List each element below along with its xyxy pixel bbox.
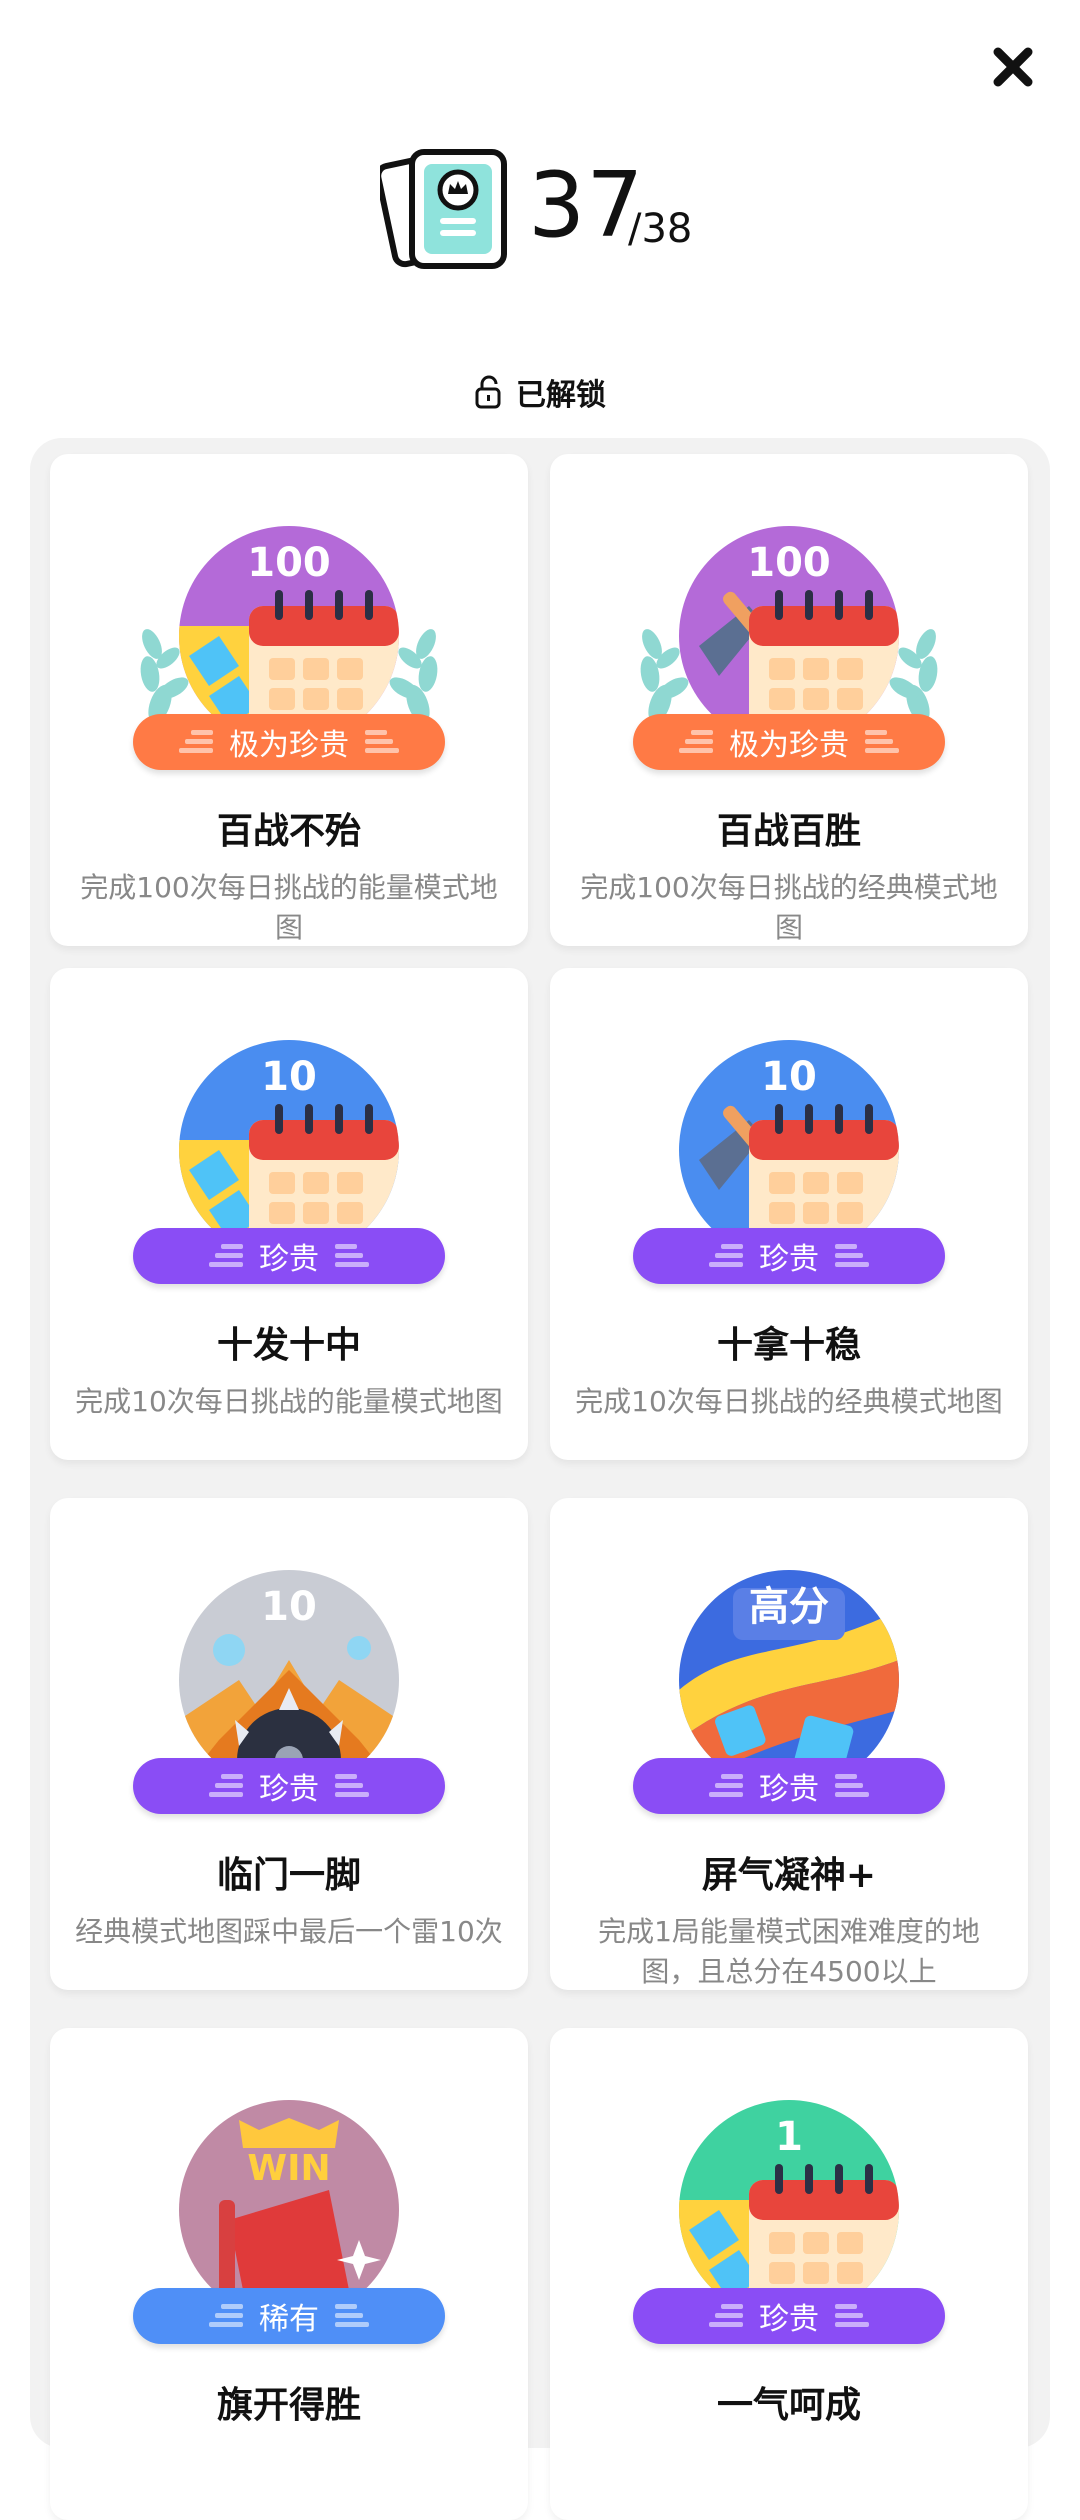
energy-calendar-badge-icon: 10 [179,1040,399,1260]
total-count: /38 [628,206,693,252]
rarity-badge: 稀有 [133,2288,445,2344]
achievement-title: 百战百胜 [716,811,861,852]
rarity-label: 珍贵 [759,2302,819,2337]
achievement-description: 完成100次每日挑战的经典模式地图 [580,871,998,944]
badge-number: 10 [261,1054,317,1100]
rarity-lines-left-icon [207,1242,243,1270]
rarity-lines-right-icon [335,1242,371,1270]
rarity-lines-left-icon [707,2302,743,2330]
achievement-card[interactable]: WIN 稀有 旗开得胜 [50,2028,528,2520]
rarity-label: 极为珍贵 [729,728,849,763]
achievement-title: 屏气凝神+ [701,1855,877,1896]
shovel-calendar-badge-icon: 10 [679,1040,899,1260]
rarity-lines-left-icon [207,1772,243,1800]
shovel-calendar-badge-icon: 100 [679,526,899,746]
achievement-card[interactable]: 高分 珍贵 屏气凝神+ 完成1局能量模式困难难度的地图，且总分在4500以上 [550,1498,1028,1990]
energy-calendar-badge-icon: 100 [179,526,399,746]
achievement-list: 100 极为珍贵 百战不殆 完成100次每日挑战的能量模式地图 100 极为珍贵… [30,438,1050,2520]
badge-number: 1 [775,2114,803,2160]
achievement-card[interactable]: 10 珍贵 十拿十稳 完成10次每日挑战的经典模式地图 [550,968,1028,1460]
achievement-title: 十发十中 [216,1325,361,1366]
rarity-lines-right-icon [835,1242,871,1270]
rarity-label: 珍贵 [759,1242,819,1277]
achievement-title: 百战不殆 [216,811,361,852]
rarity-label: 珍贵 [259,1772,319,1807]
achievement-card[interactable]: 10 珍贵 十发十中 完成10次每日挑战的能量模式地图 [50,968,528,1460]
rarity-lines-right-icon [335,1772,371,1800]
badge-number: 高分 [749,1584,829,1630]
achievement-description: 经典模式地图踩中最后一个雷10次 [75,1915,503,1948]
rarity-lines-right-icon [835,2302,871,2330]
achievement-card[interactable]: 100 极为珍贵 百战不殆 完成100次每日挑战的能量模式地图 [50,454,528,946]
rarity-label: 珍贵 [759,1772,819,1807]
unlocked-label: 已解锁 [516,378,606,413]
rarity-lines-left-icon [707,1242,743,1270]
unlocked-section-label: 已解锁 [474,370,606,414]
badge-number: 10 [261,1584,317,1630]
rarity-lines-left-icon [207,2302,243,2330]
achievement-title: 旗开得胜 [216,2385,361,2426]
achievement-card[interactable]: 10 珍贵 临门一脚 经典模式地图踩中最后一个雷10次 [50,1498,528,1990]
rarity-label: 珍贵 [259,1242,319,1277]
badge-number: 100 [247,540,331,586]
badge-number: 10 [761,1054,817,1100]
rarity-label: 稀有 [259,2302,319,2337]
badge-number: 100 [747,540,831,586]
achievement-title: 十拿十稳 [716,1325,861,1366]
rarity-lines-right-icon [365,728,401,756]
mine-explosion-badge-icon: 10 [179,1570,399,1790]
high-score-badge-icon: 高分 [679,1570,899,1790]
rarity-badge: 珍贵 [633,1758,945,1814]
rarity-lines-left-icon [177,728,213,756]
rarity-badge: 珍贵 [133,1758,445,1814]
rarity-badge: 珍贵 [633,1228,945,1284]
rarity-badge: 珍贵 [133,1228,445,1284]
achievement-card[interactable]: 100 极为珍贵 百战百胜 完成100次每日挑战的经典模式地图 [550,454,1028,946]
rarity-lines-left-icon [677,728,713,756]
achievement-title: 临门一脚 [216,1855,361,1896]
flag-win-badge-icon: WIN [179,2100,399,2320]
achievement-description: 完成100次每日挑战的能量模式地图 [80,871,498,944]
close-button[interactable] [988,42,1038,92]
achievement-cards-icon [380,149,507,269]
rarity-label: 极为珍贵 [229,728,349,763]
close-icon [993,47,1033,87]
rarity-lines-right-icon [865,728,901,756]
rarity-badge: 极为珍贵 [633,714,945,770]
achievement-description: 完成10次每日挑战的能量模式地图 [75,1385,503,1418]
rarity-lines-right-icon [835,1772,871,1800]
rarity-lines-right-icon [335,2302,371,2330]
unlock-icon [475,375,501,409]
achievement-card[interactable]: 1 珍贵 一气呵成 [550,2028,1028,2520]
badge-number: WIN [247,2148,330,2189]
energy-calendar-badge-icon: 1 [679,2100,899,2320]
rarity-badge: 珍贵 [633,2288,945,2344]
achievement-description: 完成1局能量模式困难难度的地图，且总分在4500以上 [598,1915,980,1988]
rarity-badge: 极为珍贵 [133,714,445,770]
achievement-title: 一气呵成 [716,2385,861,2426]
achievement-counter: 37 /38 [380,140,710,280]
achievement-description: 完成10次每日挑战的经典模式地图 [575,1385,1003,1418]
rarity-lines-left-icon [707,1772,743,1800]
